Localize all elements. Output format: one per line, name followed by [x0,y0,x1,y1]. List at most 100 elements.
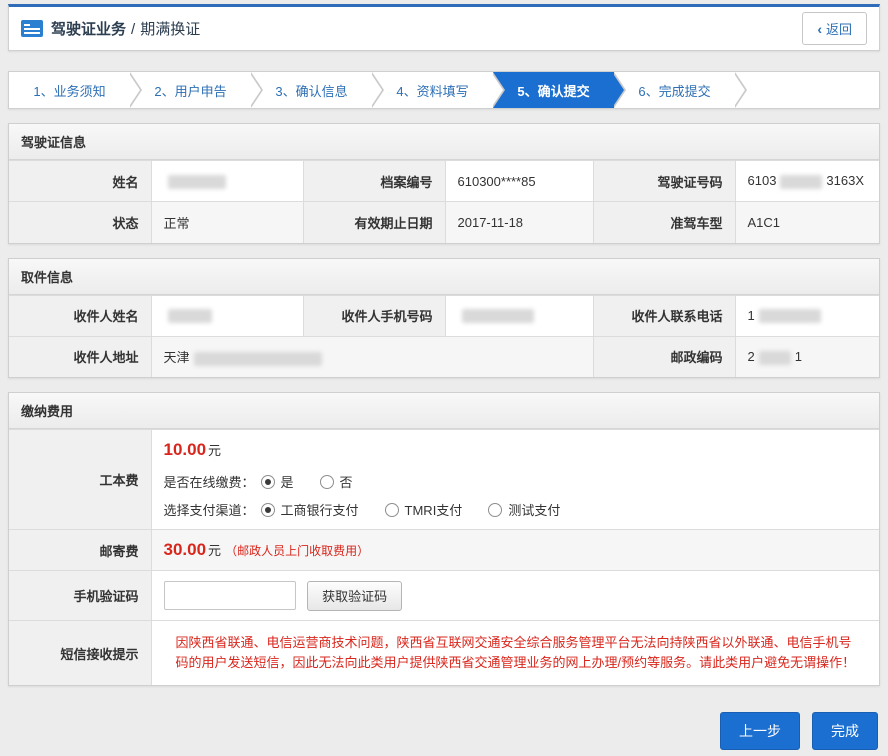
wizard-steps: 1、业务须知 2、用户申告 3、确认信息 4、资料填写 5、确认提交 6、完成提… [8,71,880,109]
field-label-sms-notice: 短信接收提示 [9,621,151,686]
phone-prefix: 1 [748,308,755,323]
radio-online-pay-yes[interactable]: 是 [261,472,294,491]
step-4-fill-data: 4、资料填写 [372,72,493,108]
field-value-recipient-phone: 1 [735,295,879,336]
radio-channel-icbc[interactable]: 工商银行支付 [261,500,359,519]
fees-section: 缴纳费用 工本费 10.00元 是否在线缴费： 是 否 [8,392,880,686]
redacted-text [759,351,791,365]
table-row: 收件人地址 天津 邮政编码 2 1 [9,336,879,377]
header-bar: 驾驶证业务 / 期满换证 ‹ 返回 [8,4,880,51]
production-fee-unit: 元 [208,443,221,458]
pickup-info-section: 取件信息 收件人姓名 收件人手机号码 收件人联系电话 1 收件人地址 天津 邮政… [8,258,880,379]
radio-icon [320,475,334,489]
radio-label: TMRI支付 [405,500,463,519]
postal-suffix: 1 [795,349,802,364]
redacted-text [462,309,534,323]
license-no-prefix: 6103 [748,173,777,188]
step-label: 4、资料填写 [396,81,468,100]
table-row: 邮寄费 30.00元 （邮政人员上门收取费用） [9,530,879,571]
postage-fee-note: （邮政人员上门收取费用） [225,544,369,558]
step-1-notice: 1、业务须知 [9,72,130,108]
step-5-confirm-submit: 5、确认提交 [493,72,614,108]
get-sms-code-button[interactable]: 获取验证码 [307,581,402,611]
production-fee-amount-line: 10.00元 [164,440,880,460]
table-row: 收件人姓名 收件人手机号码 收件人联系电话 1 [9,295,879,336]
step-2-declaration: 2、用户申告 [130,72,251,108]
radio-channel-test[interactable]: 测试支付 [488,500,560,519]
redacted-text [168,175,226,189]
sms-notice-cell: 因陕西省联通、电信运营商技术问题，陕西省互联网交通安全综合服务管理平台无法向持陕… [151,621,879,686]
field-label-license-no: 驾驶证号码 [593,161,735,202]
radio-channel-tmri[interactable]: TMRI支付 [385,500,463,519]
field-label-name: 姓名 [9,161,151,202]
field-value-name [151,161,303,202]
online-pay-row: 是否在线缴费： 是 否 [164,472,880,491]
postage-fee-unit: 元 [208,543,221,558]
redacted-text [780,175,822,189]
step-label: 2、用户申告 [154,81,226,100]
table-row: 状态 正常 有效期止日期 2017-11-18 准驾车型 A1C1 [9,202,879,243]
field-value-license-no: 61033163X [735,161,879,202]
field-label-status: 状态 [9,202,151,243]
table-row: 姓名 档案编号 610300****85 驾驶证号码 61033163X [9,161,879,202]
field-value-valid-until: 2017-11-18 [445,202,593,243]
step-3-confirm-info: 3、确认信息 [251,72,372,108]
postal-prefix: 2 [748,349,755,364]
field-label-production-fee: 工本费 [9,430,151,530]
pickup-info-table: 收件人姓名 收件人手机号码 收件人联系电话 1 收件人地址 天津 邮政编码 2 1 [9,295,879,378]
prev-step-button[interactable]: 上一步 [720,712,800,750]
radio-label: 测试支付 [508,500,560,519]
title-subpage: 期满换证 [140,21,200,38]
address-prefix: 天津 [164,350,190,365]
field-label-valid-until: 有效期止日期 [303,202,445,243]
license-info-title: 驾驶证信息 [9,124,879,160]
back-chevron-icon: ‹ [817,21,822,37]
radio-label: 是 [281,472,294,491]
back-button-label: 返回 [826,19,852,38]
field-label-recipient-mobile: 收件人手机号码 [303,295,445,336]
table-row: 手机验证码 获取验证码 [9,571,879,621]
step-label: 1、业务须知 [33,81,105,100]
license-info-table: 姓名 档案编号 610300****85 驾驶证号码 61033163X 状态 … [9,160,879,243]
field-value-recipient-name [151,295,303,336]
step-label: 5、确认提交 [517,81,589,100]
field-label-vehicle-class: 准驾车型 [593,202,735,243]
sms-notice-text: 因陕西省联通、电信运营商技术问题，陕西省互联网交通安全综合服务管理平台无法向持陕… [164,621,880,685]
field-label-recipient-address: 收件人地址 [9,336,151,377]
pay-channel-row: 选择支付渠道： 工商银行支付 TMRI支付 测试支付 [164,500,880,519]
field-label-recipient-name: 收件人姓名 [9,295,151,336]
field-value-status: 正常 [151,202,303,243]
field-value-vehicle-class: A1C1 [735,202,879,243]
online-pay-label: 是否在线缴费： [164,472,255,491]
field-label-postage-fee: 邮寄费 [9,530,151,571]
field-value-file-no: 610300****85 [445,161,593,202]
page-title: 驾驶证业务 / 期满换证 [51,18,200,39]
title-business: 驾驶证业务 [51,21,126,38]
back-button[interactable]: ‹ 返回 [802,12,867,45]
table-row: 工本费 10.00元 是否在线缴费： 是 否 选 [9,430,879,530]
license-info-section: 驾驶证信息 姓名 档案编号 610300****85 驾驶证号码 6103316… [8,123,880,244]
sms-code-input[interactable] [164,581,296,610]
radio-label: 工商银行支付 [281,500,359,519]
table-row: 短信接收提示 因陕西省联通、电信运营商技术问题，陕西省互联网交通安全综合服务管理… [9,621,879,686]
production-fee-amount: 10.00 [164,440,207,459]
step-6-done: 6、完成提交 [614,72,735,108]
field-label-file-no: 档案编号 [303,161,445,202]
redacted-text [168,309,212,323]
step-label: 6、完成提交 [638,81,710,100]
field-value-recipient-mobile [445,295,593,336]
finish-button[interactable]: 完成 [812,712,878,750]
fees-title: 缴纳费用 [9,393,879,429]
postage-fee-amount: 30.00 [164,540,207,559]
postage-fee-cell: 30.00元 （邮政人员上门收取费用） [151,530,879,571]
production-fee-cell: 10.00元 是否在线缴费： 是 否 选择支付渠道： [151,430,879,530]
field-label-postal-code: 邮政编码 [593,336,735,377]
step-label: 3、确认信息 [275,81,347,100]
field-label-recipient-phone: 收件人联系电话 [593,295,735,336]
radio-online-pay-no[interactable]: 否 [320,472,353,491]
title-divider: / [131,21,135,38]
radio-icon [261,503,275,517]
fees-table: 工本费 10.00元 是否在线缴费： 是 否 选 [9,429,879,685]
sms-code-cell: 获取验证码 [151,571,879,621]
pickup-info-title: 取件信息 [9,259,879,295]
